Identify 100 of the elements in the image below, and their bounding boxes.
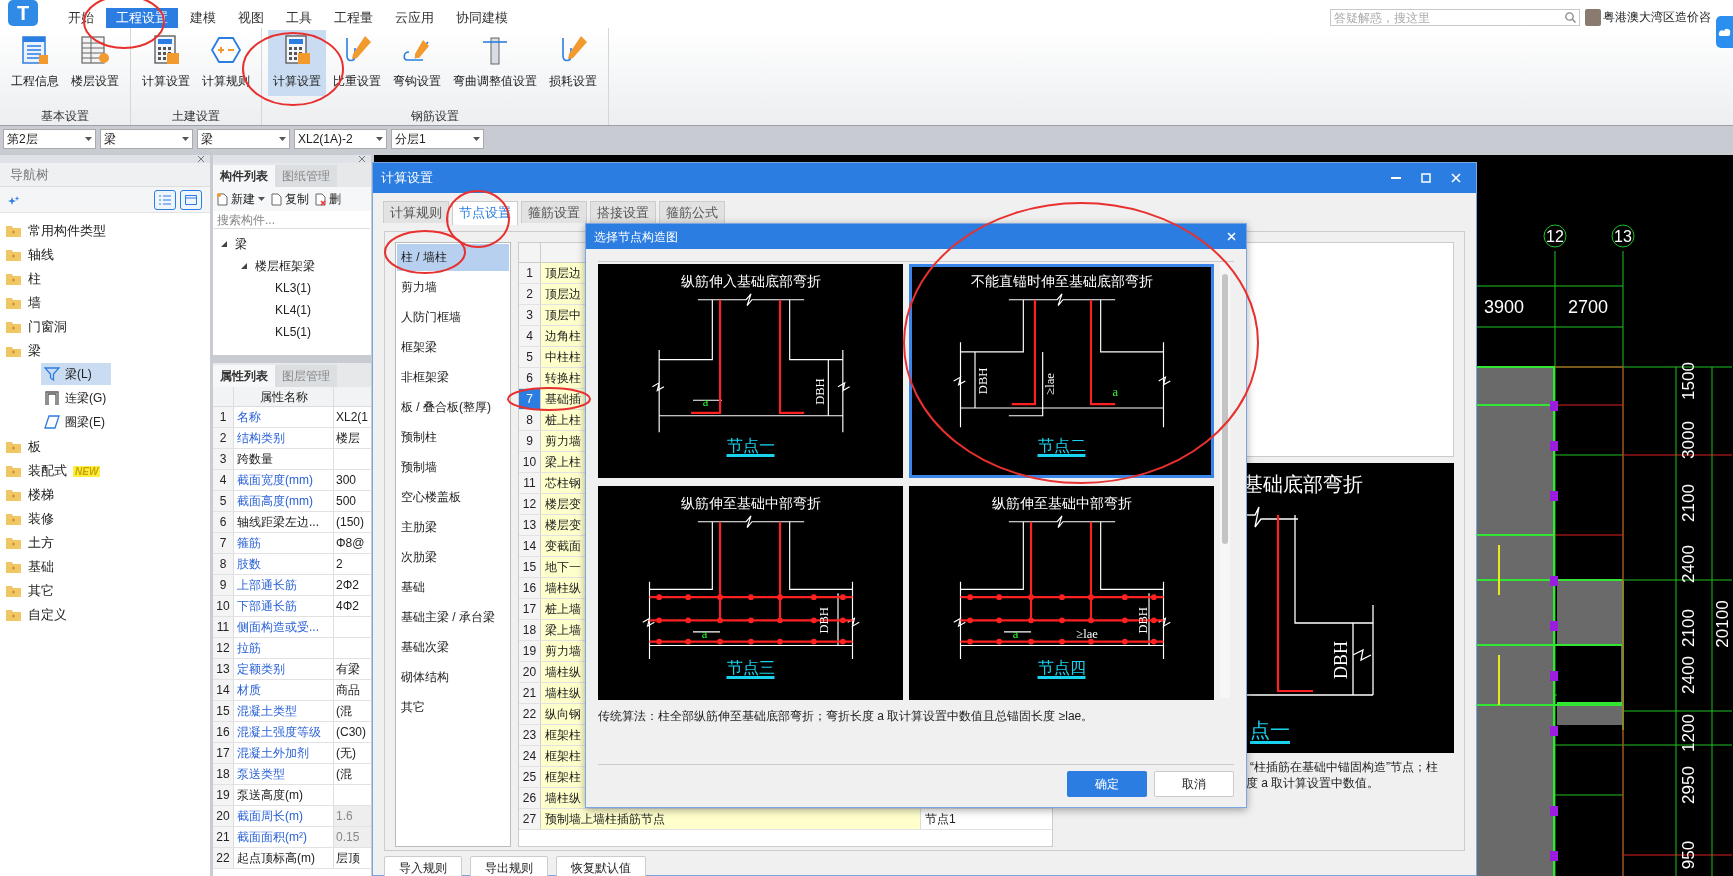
list-view-button[interactable] [154, 189, 176, 210]
tree-item[interactable]: KL4(1) [275, 301, 312, 319]
table-gear-icon [79, 34, 111, 66]
property-value: 2Φ2 [335, 577, 360, 594]
dropdown[interactable]: XL2(1A)-2 [294, 129, 387, 149]
dimension-text: 2950 [1679, 766, 1698, 804]
ribbon-tab[interactable]: 协同建模 [446, 8, 518, 28]
dialog-button[interactable]: 导出规则 [470, 856, 548, 876]
category-item[interactable]: 主肋梁 [397, 514, 509, 541]
search-field[interactable]: 搜索构件... [214, 211, 370, 229]
dimension-text: 2700 [1568, 297, 1609, 317]
category-item[interactable]: 人防门框墙 [397, 304, 509, 331]
tree-item[interactable]: 梁 [235, 235, 247, 253]
property-value: 层顶 [335, 850, 361, 867]
ribbon-tab[interactable]: 云应用 [385, 8, 444, 28]
dropdown[interactable]: 第2层 [3, 129, 96, 149]
row-number: 18 [519, 620, 541, 640]
tree-item[interactable]: 轴线 [28, 245, 54, 265]
node-link[interactable]: 节点四 [1037, 658, 1086, 677]
tree-item[interactable]: 装配式 [28, 461, 67, 481]
tree-item[interactable]: KL3(1) [275, 279, 312, 297]
category-item[interactable]: 其它 [397, 694, 509, 721]
dialog-button[interactable]: 确定 [1067, 771, 1147, 797]
node-option[interactable]: 不能直锚时伸至基础底部弯折 DBH ≥lae a 节点二 [909, 264, 1214, 478]
category-item[interactable]: 剪力墙 [397, 274, 509, 301]
category-item[interactable]: 次肋梁 [397, 544, 509, 571]
folder-icon [6, 584, 22, 598]
settings-tab[interactable]: 箍筋设置 [521, 201, 587, 223]
row-number: 15 [519, 557, 541, 577]
ribbon-button[interactable]: 损耗设置 [544, 30, 602, 96]
category-item[interactable]: 空心楼盖板 [397, 484, 509, 511]
node-link[interactable]: 节点二 [1037, 437, 1086, 455]
ribbon-button[interactable]: 弯钩设置 [388, 30, 446, 96]
settings-tab[interactable]: 计算规则 [383, 201, 449, 223]
settings-tab[interactable]: 箍筋公式 [659, 201, 725, 223]
tree-item[interactable]: 圈梁(E) [41, 411, 111, 433]
node-option[interactable]: 纵筋伸至基础中部弯折 a ≥lae DBH 节点四 [909, 485, 1214, 700]
tree-item[interactable]: 楼梯 [28, 485, 54, 505]
category-item[interactable]: 基础 [397, 574, 509, 601]
tree-item[interactable]: 梁 [28, 341, 41, 361]
tree-item[interactable]: 板 [28, 437, 41, 457]
ribbon-tab[interactable]: 建模 [180, 8, 226, 28]
dialog-button[interactable]: 恢复默认值 [556, 856, 646, 876]
ribbon-button[interactable]: 楼层设置 [66, 30, 124, 96]
ribbon-button[interactable]: 弯曲调整值设置 [448, 30, 542, 96]
search-field[interactable]: 答疑解惑，搜这里 [1330, 9, 1580, 26]
ribbon-tab[interactable]: 视图 [228, 8, 274, 28]
toolbar-button[interactable]: 复制 [271, 190, 309, 208]
tree-item[interactable]: 墙 [28, 293, 41, 313]
dropdown[interactable]: 梁 [100, 129, 193, 149]
panel-title: 导航树 [0, 163, 210, 187]
user-name[interactable]: 粤港澳大湾区造价咨 [1603, 9, 1711, 26]
tree-item[interactable]: KL5(1) [275, 323, 312, 341]
category-item[interactable]: 预制墙 [397, 454, 509, 481]
close-icon [1226, 232, 1236, 241]
tree-item[interactable]: 装修 [28, 509, 54, 529]
node-option[interactable]: 纵筋伸至基础中部弯折 a DBH 节点三 [598, 485, 903, 700]
row-number: 3 [519, 305, 541, 325]
card-view-button[interactable] [180, 189, 202, 210]
scrollbar[interactable] [1220, 262, 1230, 698]
category-item[interactable]: 预制柱 [397, 424, 509, 451]
tree-item[interactable]: 梁(L) [41, 363, 111, 385]
node-value: 节点1 [924, 811, 957, 828]
property-name: 泵送高度(m) [234, 785, 334, 805]
toolbar-button[interactable]: 删 [315, 190, 341, 208]
category-item[interactable]: 砌体结构 [397, 664, 509, 691]
category-item[interactable]: 框架梁 [397, 334, 509, 361]
category-item[interactable]: 柱 / 墙柱 [397, 244, 509, 271]
node-link[interactable]: 点一 [1250, 715, 1290, 745]
toolbar-button[interactable]: 新建 [217, 190, 265, 208]
cloud-button[interactable] [1716, 16, 1733, 48]
panel-tab[interactable]: 构件列表 [213, 165, 275, 187]
tree-item[interactable]: 其它 [28, 581, 54, 601]
tree-item[interactable]: 柱 [28, 269, 41, 289]
ribbon-button[interactable]: 计算设置 [268, 30, 326, 96]
tree-item[interactable]: 连梁(G) [41, 387, 111, 409]
dropdown[interactable]: 梁 [197, 129, 290, 149]
dialog-button[interactable]: 导入规则 [384, 856, 462, 876]
maximize-button[interactable] [1418, 170, 1434, 186]
dialog-button[interactable]: 取消 [1154, 771, 1234, 797]
settings-tab[interactable]: 搭接设置 [590, 201, 656, 223]
tree-item[interactable]: 门窗洞 [28, 317, 67, 337]
panel-tab[interactable]: 属性列表 [213, 365, 275, 387]
ribbon-button[interactable]: 计算设置 [137, 30, 195, 96]
category-item[interactable]: 非框架梁 [397, 364, 509, 391]
category-item[interactable]: 基础主梁 / 承台梁 [397, 604, 509, 631]
ribbon-tab[interactable]: 工具 [276, 8, 322, 28]
tree-item[interactable]: 常用构件类型 [28, 221, 106, 241]
tree-item[interactable]: 楼层框架梁 [255, 257, 315, 275]
tree-item[interactable]: 基础 [28, 557, 54, 577]
node-option[interactable]: 纵筋伸入基础底部弯折 a DBH 节点一 [598, 264, 903, 478]
property-value: (C30) [335, 724, 367, 741]
tree-item[interactable]: 土方 [28, 533, 54, 553]
tree-item[interactable]: 自定义 [28, 605, 67, 625]
ribbon-button[interactable]: 工程信息 [6, 30, 64, 96]
scrollbar-thumb[interactable] [1222, 274, 1228, 544]
ribbon-tab[interactable]: 工程量 [324, 8, 383, 28]
category-item[interactable]: 板 / 叠合板(整厚) [397, 394, 509, 421]
dropdown[interactable]: 分层1 [391, 129, 484, 149]
category-item[interactable]: 基础次梁 [397, 634, 509, 661]
